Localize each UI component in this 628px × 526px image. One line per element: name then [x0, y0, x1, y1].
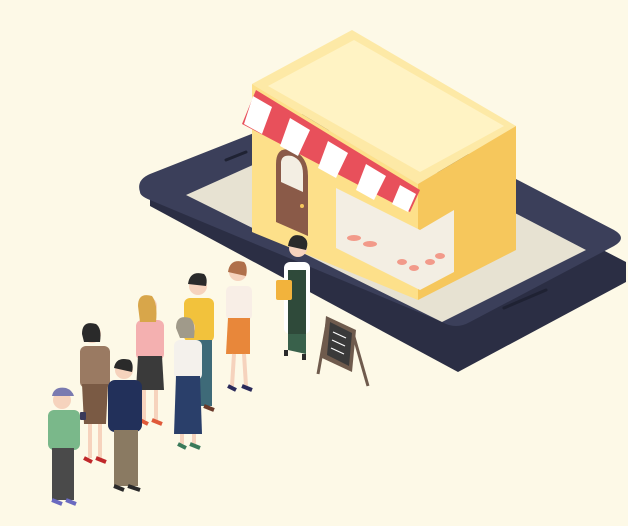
door-knob [300, 204, 304, 208]
display-item [409, 265, 419, 271]
shop-queue-illustration [0, 0, 628, 526]
shopping-bag-icon [276, 280, 292, 300]
customer-top [136, 320, 164, 360]
display-item [363, 241, 377, 247]
display-item [347, 235, 361, 241]
phone-in-hand-icon [80, 412, 86, 420]
customer-pants [52, 448, 74, 500]
customer-hair [82, 323, 101, 342]
customer-top [174, 340, 202, 380]
staff-apron [288, 270, 306, 334]
display-item [397, 259, 407, 265]
customer-jacket [108, 380, 142, 432]
customer-top [226, 286, 252, 320]
illustration-canvas [0, 0, 628, 526]
customer-top [48, 410, 80, 450]
customer-skirt [174, 376, 202, 434]
customer-leg [230, 353, 236, 387]
display-item [435, 253, 445, 259]
customer-pants [114, 430, 138, 486]
customer-top [80, 346, 110, 388]
customer-skirt [226, 318, 250, 354]
customer-hair [138, 295, 157, 322]
display-item [425, 259, 435, 265]
door-icon [276, 149, 308, 236]
customer-leg [242, 353, 248, 387]
customer-hair [176, 317, 195, 338]
